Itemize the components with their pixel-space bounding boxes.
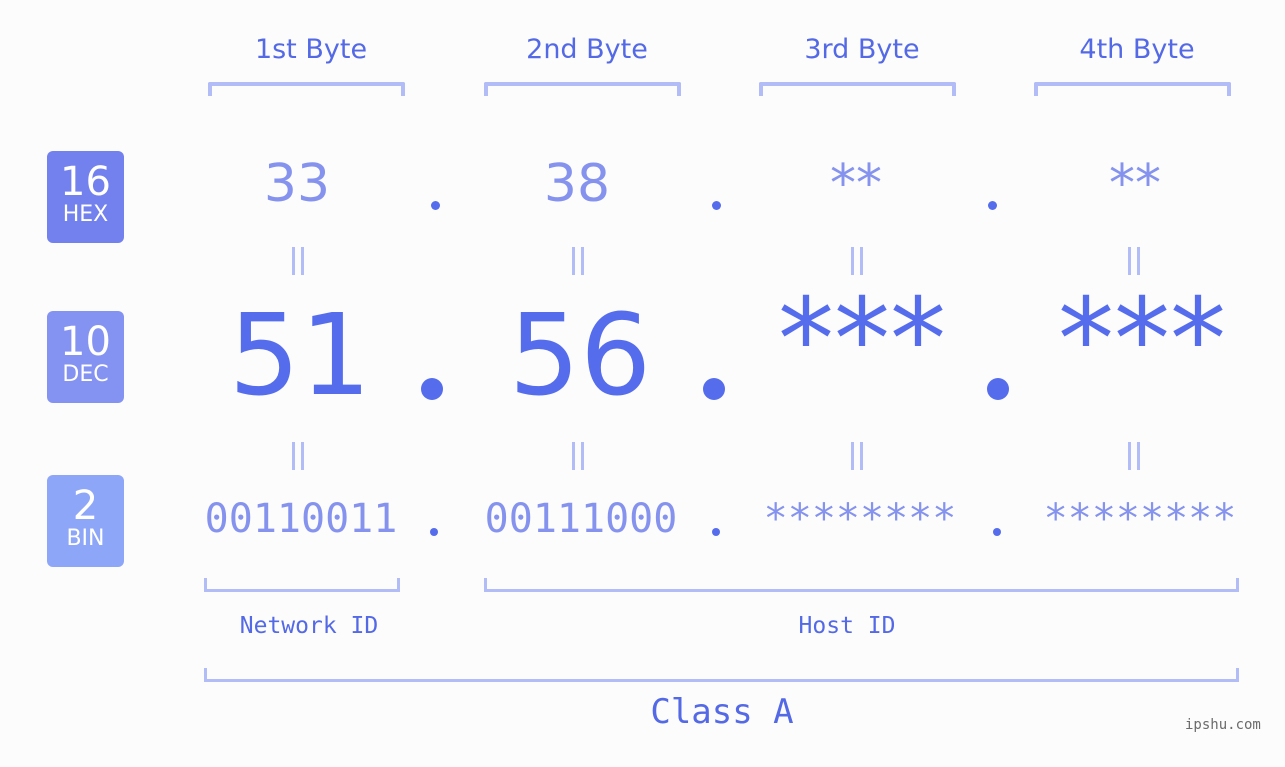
bin-byte-4: ******** xyxy=(1043,496,1237,542)
dec-byte-1: 51 xyxy=(228,291,372,421)
dec-byte-3: *** xyxy=(778,275,946,405)
dec-base: 10 xyxy=(60,319,111,365)
hex-badge: 16 HEX xyxy=(47,151,124,243)
network-id-label: Network ID xyxy=(239,613,379,639)
bin-byte-3: ******** xyxy=(763,496,957,542)
byte-bracket-4 xyxy=(1034,82,1231,96)
bin-separator-1 xyxy=(430,528,438,536)
host-id-label: Host ID xyxy=(798,613,896,639)
dec-byte-4: *** xyxy=(1058,275,1226,405)
bin-badge: 2 BIN xyxy=(47,475,124,567)
class-bracket xyxy=(204,668,1239,682)
hex-base: 16 xyxy=(60,159,111,205)
dec-badge: 10 DEC xyxy=(47,311,124,403)
dec-byte-2: 56 xyxy=(508,291,652,421)
equals-icon xyxy=(292,247,304,275)
byte-header-2: 2nd Byte xyxy=(526,34,648,65)
equals-icon xyxy=(292,442,304,470)
equals-icon xyxy=(572,247,584,275)
dec-separator-1 xyxy=(421,378,443,400)
byte-header-3: 3rd Byte xyxy=(804,34,920,65)
hex-separator-1 xyxy=(431,201,440,210)
dec-label: DEC xyxy=(62,362,109,387)
bin-separator-3 xyxy=(993,528,1001,536)
bin-label: BIN xyxy=(66,526,105,551)
equals-icon xyxy=(1128,247,1140,275)
class-label: Class A xyxy=(650,692,794,732)
byte-bracket-2 xyxy=(484,82,681,96)
hex-byte-3: ** xyxy=(830,154,882,214)
equals-icon xyxy=(572,442,584,470)
bin-base: 2 xyxy=(72,483,99,529)
dec-separator-3 xyxy=(987,378,1009,400)
hex-separator-2 xyxy=(712,201,721,210)
equals-icon xyxy=(851,247,863,275)
network-id-bracket xyxy=(204,578,400,592)
bin-separator-2 xyxy=(712,528,720,536)
byte-bracket-3 xyxy=(759,82,956,96)
hex-separator-3 xyxy=(988,201,997,210)
hex-byte-1: 33 xyxy=(263,154,331,214)
equals-icon xyxy=(851,442,863,470)
equals-icon xyxy=(1128,442,1140,470)
dec-separator-2 xyxy=(703,378,725,400)
hex-byte-4: ** xyxy=(1109,154,1161,214)
byte-header-1: 1st Byte xyxy=(254,34,368,65)
watermark: ipshu.com xyxy=(1185,717,1261,733)
byte-header-4: 4th Byte xyxy=(1079,34,1195,65)
byte-bracket-1 xyxy=(208,82,405,96)
hex-byte-2: 38 xyxy=(543,154,611,214)
host-id-bracket xyxy=(484,578,1239,592)
hex-label: HEX xyxy=(62,202,109,227)
bin-byte-2: 00111000 xyxy=(484,496,678,542)
bin-byte-1: 00110011 xyxy=(204,496,398,542)
